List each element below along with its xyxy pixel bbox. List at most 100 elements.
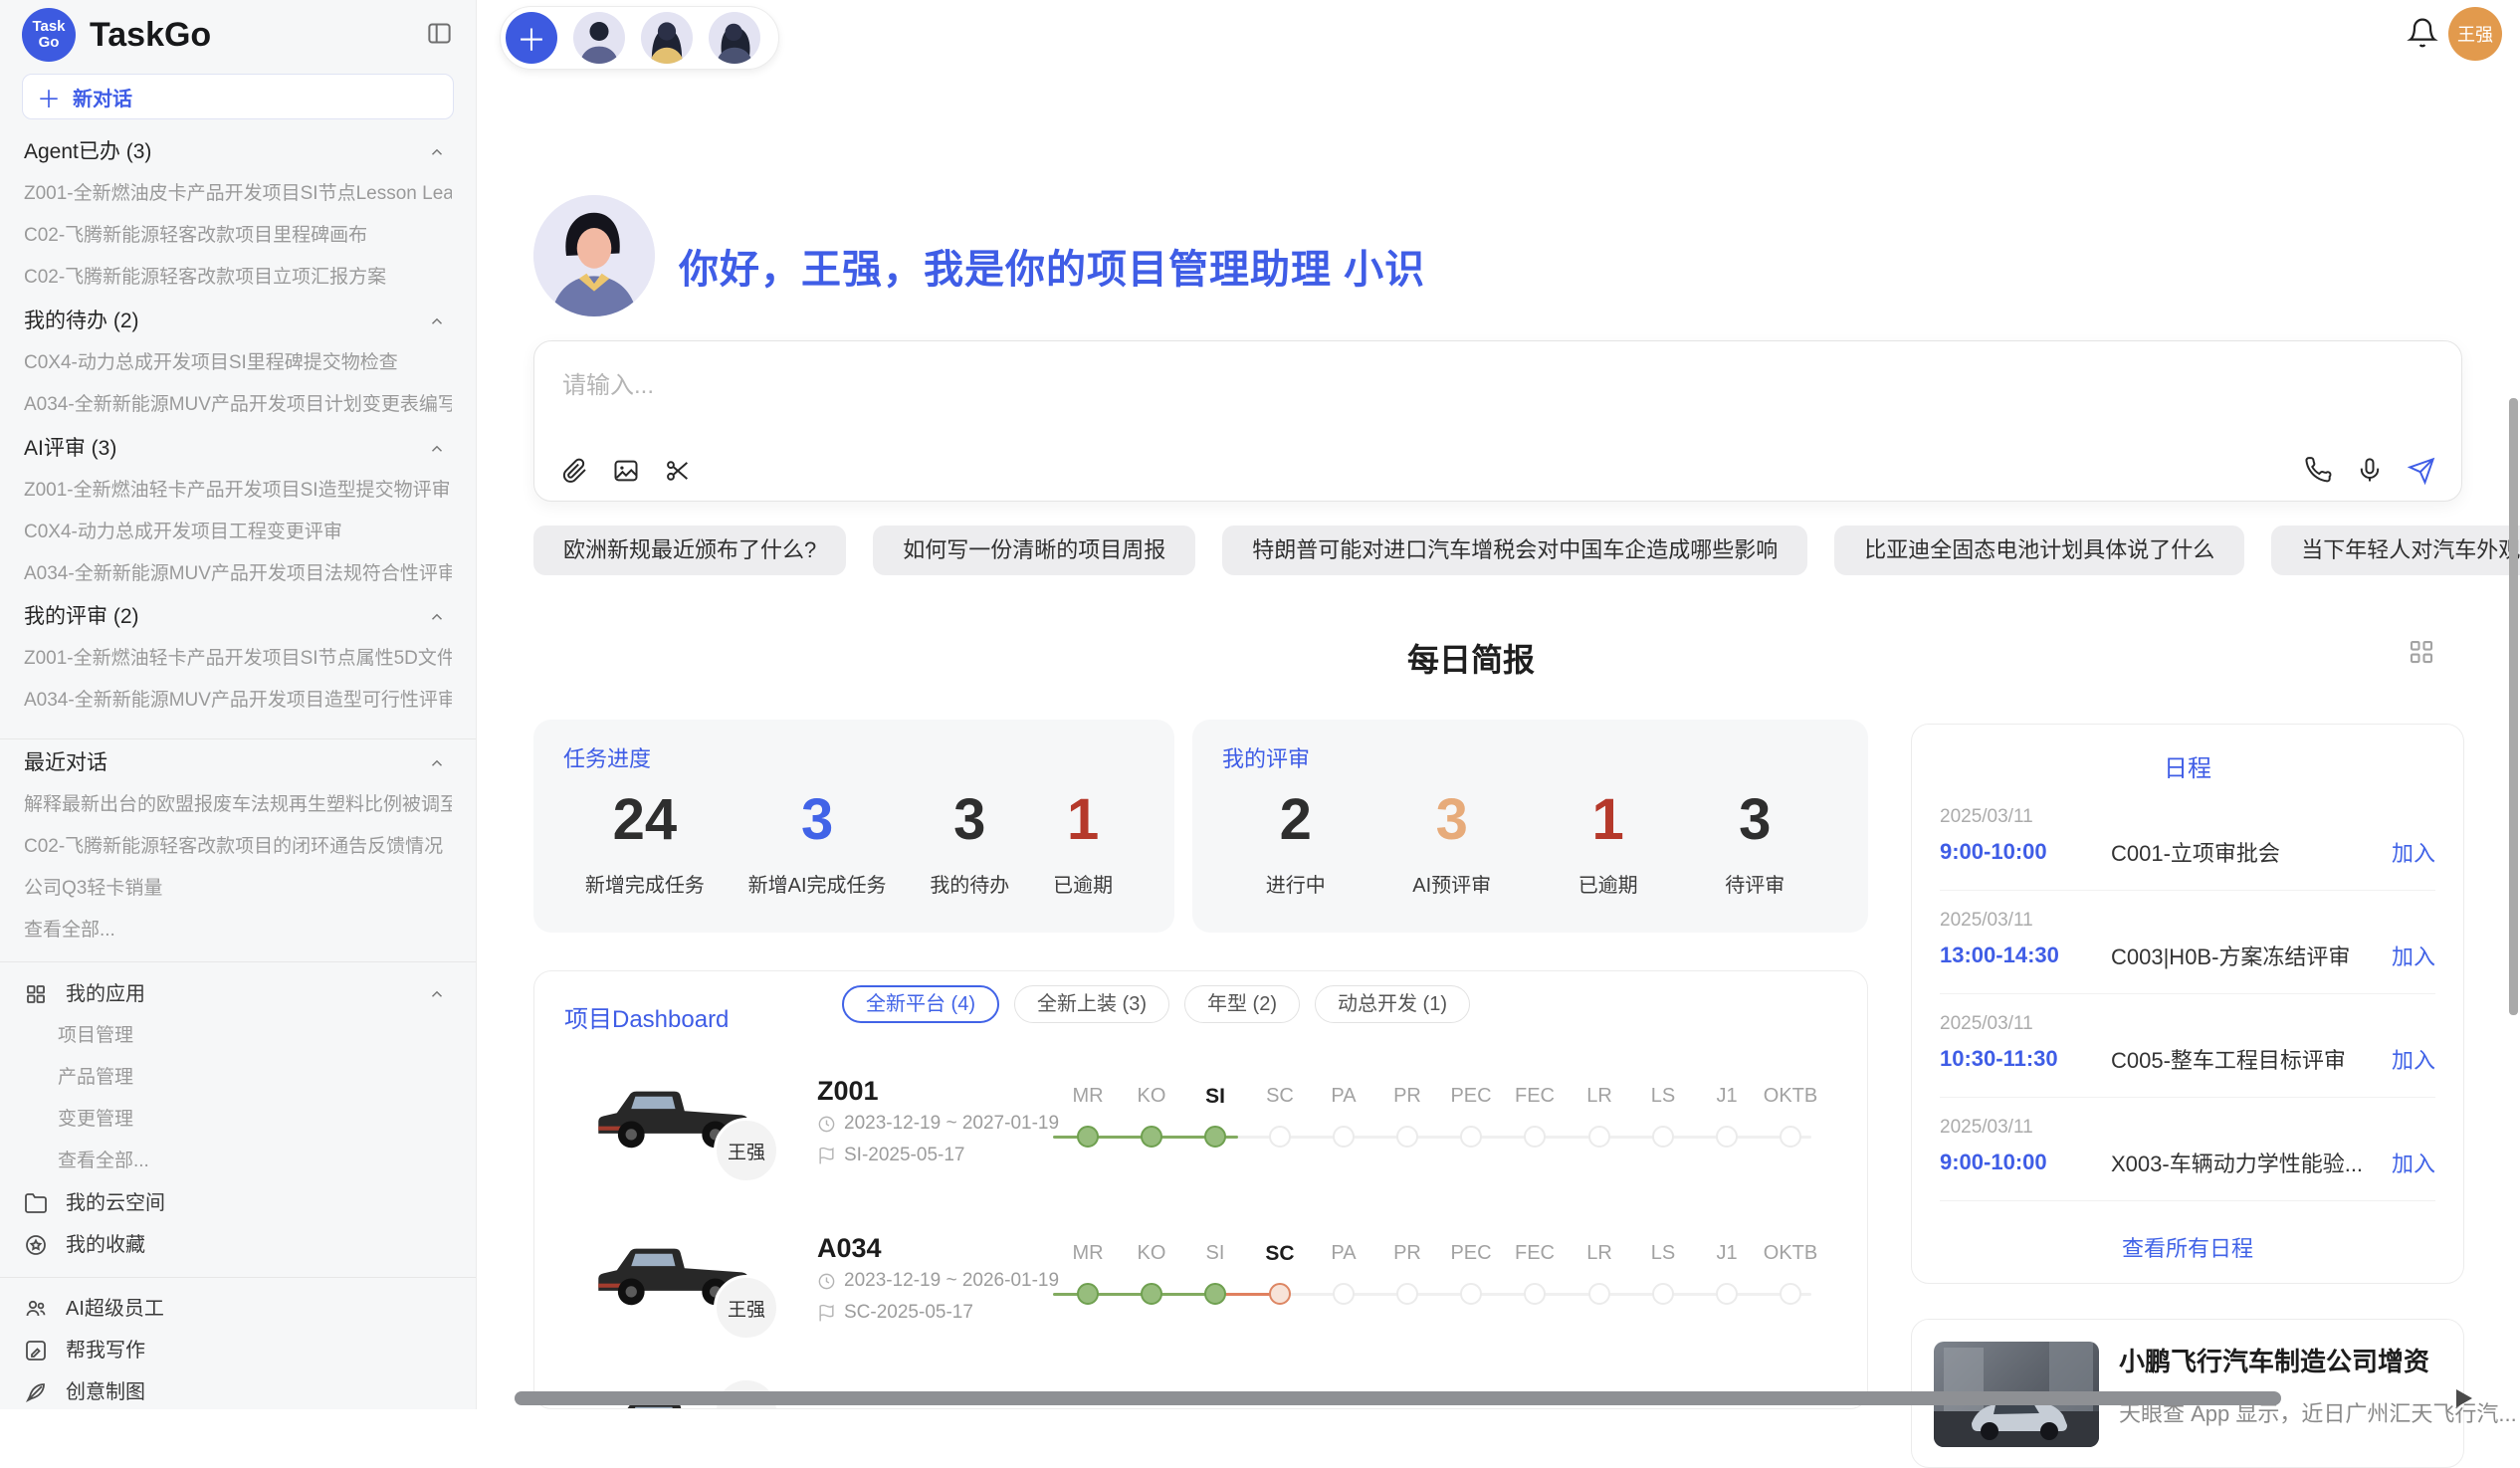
chevron-up-icon[interactable]: [428, 754, 446, 772]
milestone-label: KO: [1120, 1242, 1183, 1265]
scroll-right-arrow[interactable]: [2456, 1389, 2472, 1407]
app-item-product-mgmt[interactable]: 产品管理: [24, 1062, 452, 1094]
image-icon[interactable]: [612, 457, 640, 485]
chevron-up-icon[interactable]: [428, 985, 446, 1003]
send-icon[interactable]: [2408, 457, 2435, 485]
stat-label: 进行中: [1266, 869, 1326, 898]
suggestion-chip[interactable]: 如何写一份清晰的项目周报: [873, 525, 1195, 575]
schedule-time: 9:00-10:00: [1940, 839, 2111, 865]
section-my-review[interactable]: 我的评审 (2): [24, 601, 452, 633]
sidebar-item[interactable]: A034-全新新能源MUV产品开发项目法规符合性评审: [24, 558, 452, 590]
horizontal-scrollbar[interactable]: [515, 1391, 2281, 1405]
chevron-up-icon[interactable]: [428, 440, 446, 458]
avatar[interactable]: [641, 12, 693, 64]
card-title: 我的评审: [1222, 741, 1828, 773]
add-agent-button[interactable]: ＋: [506, 12, 557, 64]
collapse-sidebar-icon[interactable]: [426, 20, 453, 47]
sidebar-item[interactable]: Z001-全新燃油皮卡产品开发项目SI节点Lesson Learn报告: [24, 178, 452, 210]
view-all-apps-link[interactable]: 查看全部...: [24, 1146, 452, 1177]
recent-chat-item[interactable]: 公司Q3轻卡销量: [24, 873, 452, 905]
sidebar-item[interactable]: A034-全新新能源MUV产品开发项目造型可行性评审: [24, 685, 452, 717]
milestone-node: [1652, 1126, 1674, 1148]
sidebar-item[interactable]: A034-全新新能源MUV产品开发项目计划变更表编写: [24, 389, 452, 421]
suggestion-chip[interactable]: 特朗普可能对进口汽车增税会对中国车企造成哪些影响: [1222, 525, 1807, 575]
user-avatar[interactable]: 王强: [2448, 7, 2502, 61]
microphone-icon[interactable]: [2356, 457, 2384, 485]
chevron-up-icon[interactable]: [428, 313, 446, 330]
chevron-up-icon[interactable]: [428, 143, 446, 161]
view-all-chats-link[interactable]: 查看全部...: [24, 915, 452, 946]
sidebar-item[interactable]: C0X4-动力总成开发项目SI里程碑提交物检查: [24, 347, 452, 379]
section-agent-done[interactable]: Agent已办 (3): [24, 136, 452, 168]
stat-value: 2: [1266, 783, 1326, 857]
new-chat-button[interactable]: ＋ 新对话: [22, 74, 454, 119]
view-all-schedule-link[interactable]: 查看所有日程: [1912, 1231, 2463, 1263]
milestone-label: LS: [1631, 1242, 1695, 1265]
suggestion-chip[interactable]: 当下年轻人对汽车外观有怎样的喜好趋势: [2271, 525, 2520, 575]
tab-powertrain[interactable]: 动总开发 (1): [1315, 985, 1470, 1023]
divider: [0, 738, 476, 739]
sidebar-item-favorites[interactable]: 我的收藏: [24, 1229, 452, 1261]
milestone-track: MR KO SI SC PA PR PEC FEC LR LS J1 OKTB: [1077, 1242, 1863, 1332]
join-link[interactable]: 加入: [2392, 1147, 2435, 1178]
dashboard-tabs: 全新平台 (4) 全新上装 (3) 年型 (2) 动总开发 (1): [842, 985, 1470, 1023]
app-item-change-mgmt[interactable]: 变更管理: [24, 1104, 452, 1136]
sidebar-item-cloud-space[interactable]: 我的云空间: [24, 1187, 452, 1219]
tab-year-model[interactable]: 年型 (2): [1184, 985, 1300, 1023]
milestone-node: [1333, 1126, 1355, 1148]
chevron-up-icon[interactable]: [428, 608, 446, 626]
milestone-node: [1396, 1283, 1418, 1305]
layout-grid-icon[interactable]: [2407, 637, 2436, 667]
recent-chat-item[interactable]: C02-飞腾新能源轻客改款项目的闭环通告反馈情况: [24, 831, 452, 863]
section-ai-review[interactable]: AI评审 (3): [24, 433, 452, 465]
schedule-date: 2025/03/11: [1940, 806, 2033, 828]
sidebar-item-ai-super-staff[interactable]: AI超级员工: [24, 1293, 452, 1325]
chat-input[interactable]: [560, 363, 2057, 409]
attachment-icon[interactable]: [560, 457, 588, 485]
stat-value: 3: [930, 783, 1009, 857]
sidebar-item-creative-drawing[interactable]: 创意制图: [24, 1376, 452, 1408]
sidebar-item[interactable]: Z001-全新燃油轻卡产品开发项目SI造型提交物评审: [24, 475, 452, 507]
sidebar-item[interactable]: C02-飞腾新能源轻客改款项目里程碑画布: [24, 220, 452, 252]
sidebar-item-help-me-write[interactable]: 帮我写作: [24, 1335, 452, 1366]
app-item-project-mgmt[interactable]: 项目管理: [24, 1020, 452, 1052]
suggestion-chip[interactable]: 比亚迪全固态电池计划具体说了什么: [1834, 525, 2244, 575]
avatar[interactable]: [709, 12, 760, 64]
section-my-apps[interactable]: 我的应用: [24, 978, 452, 1010]
avatar[interactable]: [573, 12, 625, 64]
milestone-node-done: [1077, 1283, 1099, 1305]
suggestion-chip[interactable]: 欧洲新规最近颁布了什么?: [533, 525, 846, 575]
tab-new-body[interactable]: 全新上装 (3): [1014, 985, 1169, 1023]
stat: 3新增AI完成任务: [748, 783, 887, 898]
join-link[interactable]: 加入: [2392, 836, 2435, 868]
milestone-label: PR: [1375, 1085, 1439, 1108]
milestone-node-done: [1141, 1283, 1162, 1305]
sidebar-item[interactable]: C02-飞腾新能源轻客改款项目立项汇报方案: [24, 262, 452, 294]
section-my-todo[interactable]: 我的待办 (2): [24, 306, 452, 337]
stat: 3AI预评审: [1412, 783, 1491, 898]
card-title: 任务进度: [563, 741, 1135, 773]
sidebar-item[interactable]: C0X4-动力总成开发项目工程变更评审: [24, 517, 452, 548]
scissors-icon[interactable]: [664, 457, 692, 485]
milestone-node: [1716, 1283, 1738, 1305]
milestone-label: J1: [1695, 1242, 1759, 1265]
phone-icon[interactable]: [2304, 457, 2332, 485]
join-link[interactable]: 加入: [2392, 1043, 2435, 1075]
schedule-item: 2025/03/11 9:00-10:00 X003-车辆动力学性能验... 加…: [1940, 1097, 2435, 1201]
people-icon: [24, 1297, 48, 1321]
join-link[interactable]: 加入: [2392, 940, 2435, 971]
milestone-label: SI: [1183, 1085, 1247, 1109]
sidebar-item[interactable]: Z001-全新燃油轻卡产品开发项目SI节点属性5D文件评审: [24, 643, 452, 675]
vertical-scrollbar[interactable]: [2509, 398, 2518, 1015]
tab-new-platform[interactable]: 全新平台 (4): [842, 985, 999, 1023]
logo-line1: Task: [32, 19, 65, 35]
flag-icon: [817, 1147, 836, 1165]
notifications-bell-icon[interactable]: [2407, 17, 2438, 49]
section-recent-chats[interactable]: 最近对话: [24, 747, 452, 779]
apps-grid-icon: [24, 982, 48, 1006]
milestone-label: PA: [1312, 1085, 1375, 1108]
stat-label: 已逾期: [1053, 869, 1113, 898]
milestone-node-done: [1141, 1126, 1162, 1148]
recent-chat-item[interactable]: 解释最新出台的欧盟报废车法规再生塑料比例被调至15%...: [24, 789, 452, 821]
schedule-date: 2025/03/11: [1940, 910, 2033, 932]
